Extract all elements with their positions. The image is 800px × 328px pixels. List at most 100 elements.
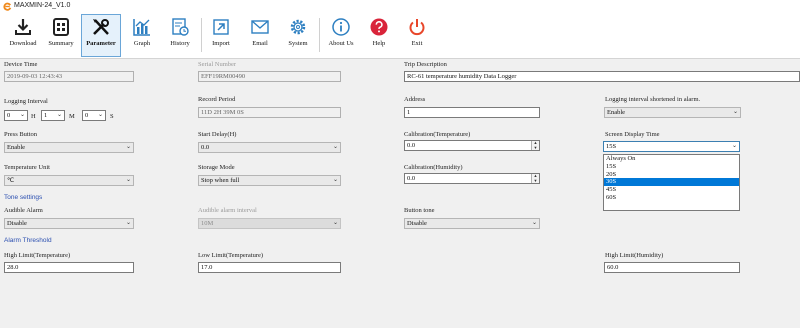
logging-shortened-value: Enable [607,109,626,116]
button-tone-select[interactable]: Disable ⌄ [404,218,540,229]
screen-display-time-dropdown: Always On 15S 20S 30S 45S 60S [603,154,740,211]
storage-mode-label: Storage Mode [198,164,235,171]
spinner-buttons[interactable]: ▲ ▼ [531,173,539,184]
dropdown-option[interactable]: 20S [604,171,739,179]
tools-icon [93,19,109,35]
calibration-temperature-input[interactable]: 0.0 ▲ ▼ [404,140,540,151]
address-input[interactable]: 1 [404,107,540,118]
high-limit-humidity-input[interactable]: 60.0 [604,262,740,273]
logging-interval-minutes-select[interactable]: 1 ⌄ [41,110,65,121]
high-limit-temperature-label: High Limit(Temperature) [4,252,71,259]
history-label: History [170,40,190,47]
app-logo-icon [3,2,12,11]
email-label: Email [252,40,268,47]
logging-shortened-select[interactable]: Enable ⌄ [604,107,741,118]
chevron-down-icon: ⌄ [125,220,131,226]
about-us-label: About Us [328,40,354,47]
toolbar-divider [319,18,320,52]
audible-alarm-label: Audible Alarm [4,207,43,214]
alarm-threshold-heading: Alarm Threshold [4,237,52,244]
storage-mode-select[interactable]: Stop when full ⌄ [198,175,341,186]
audible-alarm-interval-value: 10M [201,220,214,227]
seconds-unit-label: S [110,113,114,120]
trip-description-input[interactable]: RC-61 temperature humidity Data Logger [404,71,800,82]
summary-button[interactable]: Summary [42,15,80,55]
dropdown-option-highlighted[interactable]: 30S [604,178,739,187]
download-label: Download [9,40,37,47]
help-button[interactable]: Help [360,15,398,55]
parameter-label: Parameter [86,40,116,47]
info-icon [332,18,350,36]
email-button[interactable]: Email [241,15,279,55]
import-icon [213,19,229,35]
chevron-down-icon: ⌄ [332,177,338,183]
parameter-button[interactable]: Parameter [81,14,121,57]
system-label: System [288,40,308,47]
history-icon [172,18,189,36]
about-us-button[interactable]: About Us [322,15,360,55]
logging-interval-seconds-select[interactable]: 0 ⌄ [82,110,106,121]
start-delay-select[interactable]: 0.0 ⌄ [198,142,341,153]
logging-shortened-label: Logging interval shortened in alarm. [605,96,701,103]
download-button[interactable]: Download [4,15,42,55]
record-period-label: Record Period [198,96,236,103]
dropdown-option[interactable]: Always On [604,155,739,163]
start-delay-value: 0.0 [201,144,210,151]
import-label: Import [212,40,230,47]
logging-interval-label: Logging Interval [4,98,48,105]
start-delay-label: Start Delay(H) [198,131,237,138]
import-button[interactable]: Import [202,15,240,55]
chevron-down-icon: ⌄ [332,144,338,150]
exit-label: Exit [411,40,423,47]
calibration-temperature-label: Calibration(Temperature) [404,131,471,138]
screen-display-time-select[interactable]: 15S ⌄ [603,141,740,152]
system-button[interactable]: System [279,15,317,55]
temperature-unit-label: Temperature Unit [4,164,50,171]
dropdown-option[interactable]: 60S [604,194,739,202]
serial-number-field: EFF19RM00490 [198,71,341,82]
title-bar: MAXMIN-24_V1.0 [0,0,800,13]
hours-unit-label: H [31,113,36,120]
minutes-value: 1 [44,112,48,119]
chevron-down-icon: ⌄ [732,109,738,115]
calibration-humidity-value: 0.0 [407,175,416,182]
press-button-select[interactable]: Enable ⌄ [4,142,134,153]
audible-alarm-value: Disable [7,220,27,227]
gear-icon [290,19,306,35]
history-button[interactable]: History [161,15,199,55]
address-label: Address [404,96,426,103]
record-period-field: 11D 2H 39M 0S [198,107,341,118]
button-tone-value: Disable [407,220,427,227]
tone-settings-heading: Tone settings [4,194,43,201]
spinner-down-icon[interactable]: ▼ [532,145,539,151]
toolbar: Download Summary Parameter Graph History… [0,13,800,59]
logging-interval-hours-select[interactable]: 0 ⌄ [4,110,28,121]
calibration-humidity-label: Calibration(Humidity) [404,164,463,171]
spinner-buttons[interactable]: ▲ ▼ [531,140,539,151]
graph-label: Graph [133,40,151,47]
email-icon [251,20,269,34]
exit-button[interactable]: Exit [398,15,436,55]
dropdown-option[interactable]: 15S [604,163,739,171]
graph-button[interactable]: Graph [123,15,161,55]
download-icon [15,19,31,35]
hours-value: 0 [7,112,11,119]
low-limit-temperature-label: Low Limit(Temperature) [198,252,264,259]
temperature-unit-select[interactable]: ℃ ⌄ [4,175,134,186]
audible-alarm-interval-label: Audible alarm interval [198,207,257,214]
device-time-label: Device Time [4,61,38,68]
screen-display-time-value: 15S [606,143,617,150]
calibration-humidity-input[interactable]: 0.0 ▲ ▼ [404,173,540,184]
audible-alarm-select[interactable]: Disable ⌄ [4,218,134,229]
summary-icon [53,18,69,36]
press-button-label: Press Button [4,131,38,138]
chevron-down-icon: ⌄ [125,144,131,150]
high-limit-temperature-input[interactable]: 28.0 [4,262,134,273]
serial-number-label: Serial Number [198,61,237,68]
chevron-down-icon: ⌄ [19,112,25,118]
spinner-down-icon[interactable]: ▼ [532,178,539,184]
low-limit-temperature-input[interactable]: 17.0 [198,262,341,273]
screen-display-time-label: Screen Display Time [605,131,660,138]
graph-icon [133,19,150,36]
dropdown-option[interactable]: 45S [604,186,739,194]
